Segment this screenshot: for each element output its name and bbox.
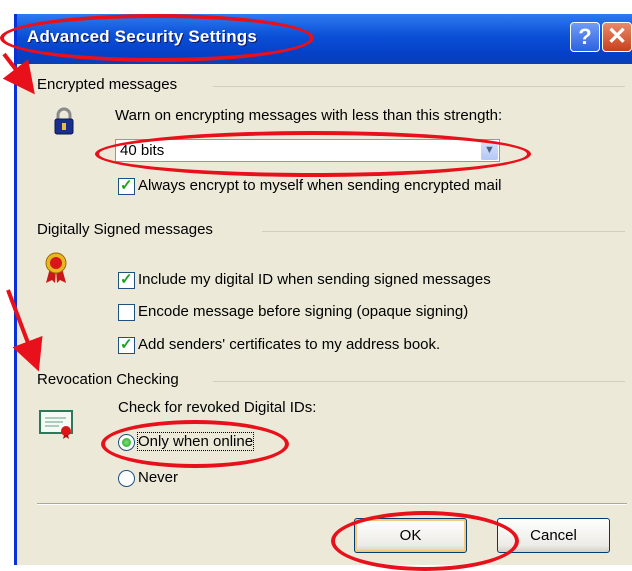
annotation-arrow-mid xyxy=(6,289,43,372)
annotation-arrows xyxy=(2,52,43,372)
annotation-arrow-top xyxy=(2,52,35,95)
